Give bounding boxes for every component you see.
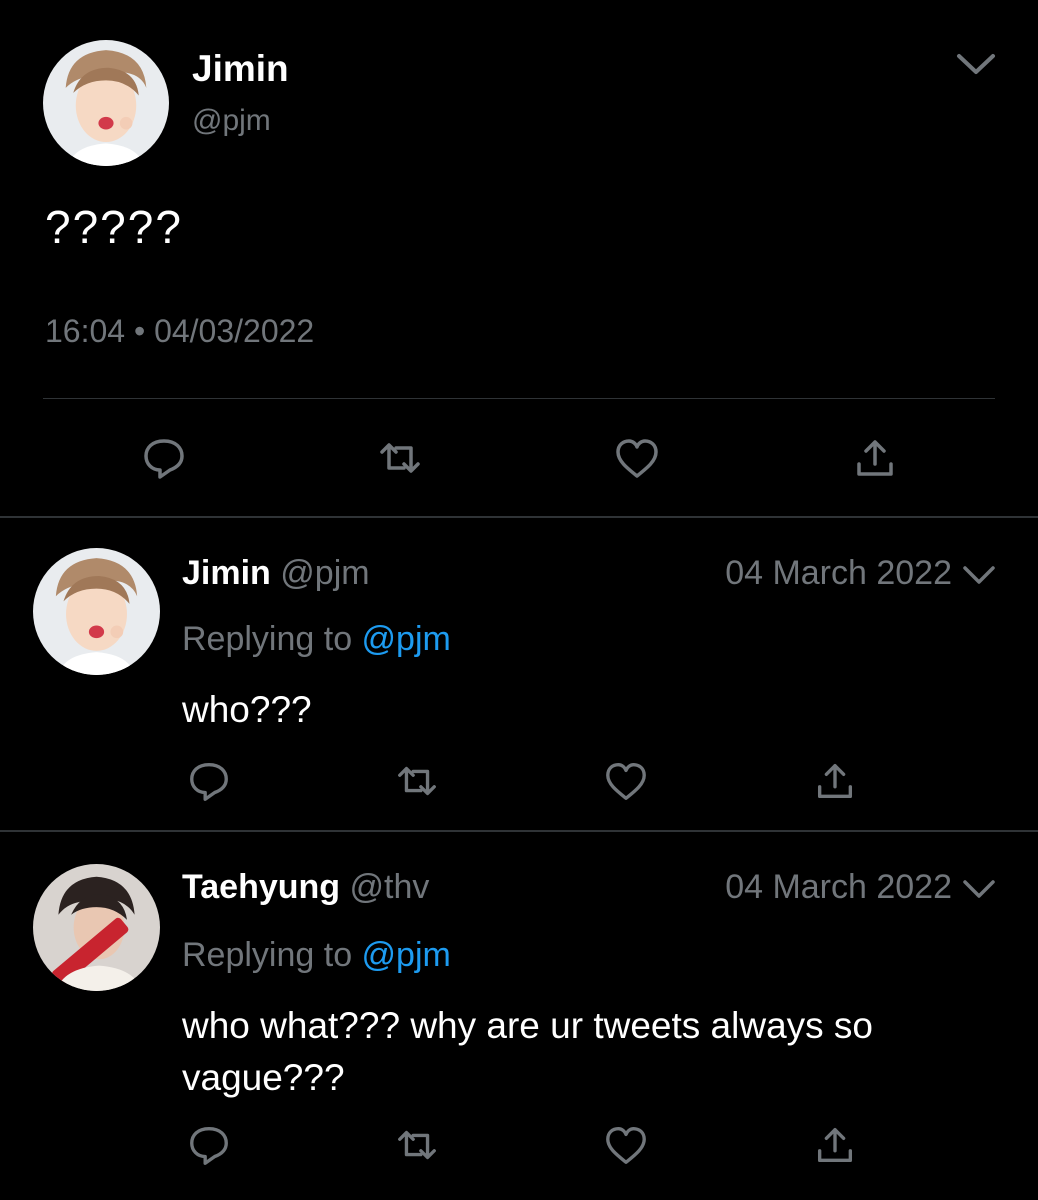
chevron-down-icon[interactable] bbox=[960, 876, 998, 902]
profile-photo-jimin bbox=[43, 40, 169, 166]
retweet-icon[interactable] bbox=[394, 758, 440, 804]
reply-icon[interactable] bbox=[186, 1122, 232, 1168]
author-name[interactable]: Jimin bbox=[192, 48, 289, 90]
like-icon[interactable] bbox=[603, 758, 649, 804]
like-icon[interactable] bbox=[603, 1122, 649, 1168]
tweet-date[interactable]: 04 March 2022 bbox=[725, 554, 952, 593]
tweet-thread: Jimin @pjm ????? 16:04 • 04/03/2022 Jimi… bbox=[0, 0, 1038, 1200]
divider bbox=[43, 398, 995, 399]
reply-header: Jimin @pjm bbox=[182, 554, 370, 593]
tweet-timestamp[interactable]: 16:04 • 04/03/2022 bbox=[45, 313, 314, 350]
retweet-icon[interactable] bbox=[376, 434, 424, 482]
like-icon[interactable] bbox=[613, 434, 661, 482]
replying-prefix: Replying to bbox=[182, 936, 362, 974]
replying-to: Replying to @pjm bbox=[182, 936, 451, 975]
author-handle[interactable]: @thv bbox=[350, 868, 430, 906]
reply-header: Taehyung @thv bbox=[182, 868, 429, 907]
profile-photo-taehyung bbox=[33, 864, 160, 991]
share-icon[interactable] bbox=[812, 758, 858, 804]
author-name[interactable]: Jimin bbox=[182, 554, 271, 592]
mention-link[interactable]: @pjm bbox=[362, 620, 451, 658]
tweet-text: who??? bbox=[182, 689, 312, 730]
avatar[interactable] bbox=[33, 548, 160, 675]
mention-link[interactable]: @pjm bbox=[362, 936, 451, 974]
profile-photo-jimin bbox=[33, 548, 160, 675]
tweet-date[interactable]: 04 March 2022 bbox=[725, 868, 952, 907]
avatar[interactable] bbox=[43, 40, 169, 166]
tweet-text: ????? bbox=[45, 201, 183, 253]
author-handle[interactable]: @pjm bbox=[280, 554, 369, 592]
main-tweet: Jimin @pjm ????? 16:04 • 04/03/2022 bbox=[0, 0, 1038, 517]
retweet-icon[interactable] bbox=[394, 1122, 440, 1168]
chevron-down-icon[interactable] bbox=[953, 48, 999, 78]
chevron-down-icon[interactable] bbox=[960, 562, 998, 588]
author-name[interactable]: Taehyung bbox=[182, 868, 340, 906]
reply-tweet[interactable]: Jimin @pjm 04 March 2022 Replying to @pj… bbox=[0, 518, 1038, 830]
replying-prefix: Replying to bbox=[182, 620, 362, 658]
share-icon[interactable] bbox=[812, 1122, 858, 1168]
replying-to: Replying to @pjm bbox=[182, 620, 451, 659]
reply-icon[interactable] bbox=[186, 758, 232, 804]
reply-icon[interactable] bbox=[140, 434, 188, 482]
reply-tweet[interactable]: Taehyung @thv 04 March 2022 Replying to … bbox=[0, 832, 1038, 1200]
tweet-text: who what??? why are ur tweets always so … bbox=[182, 1005, 874, 1098]
share-icon[interactable] bbox=[851, 434, 899, 482]
author-handle[interactable]: @pjm bbox=[192, 104, 271, 138]
avatar[interactable] bbox=[33, 864, 160, 991]
